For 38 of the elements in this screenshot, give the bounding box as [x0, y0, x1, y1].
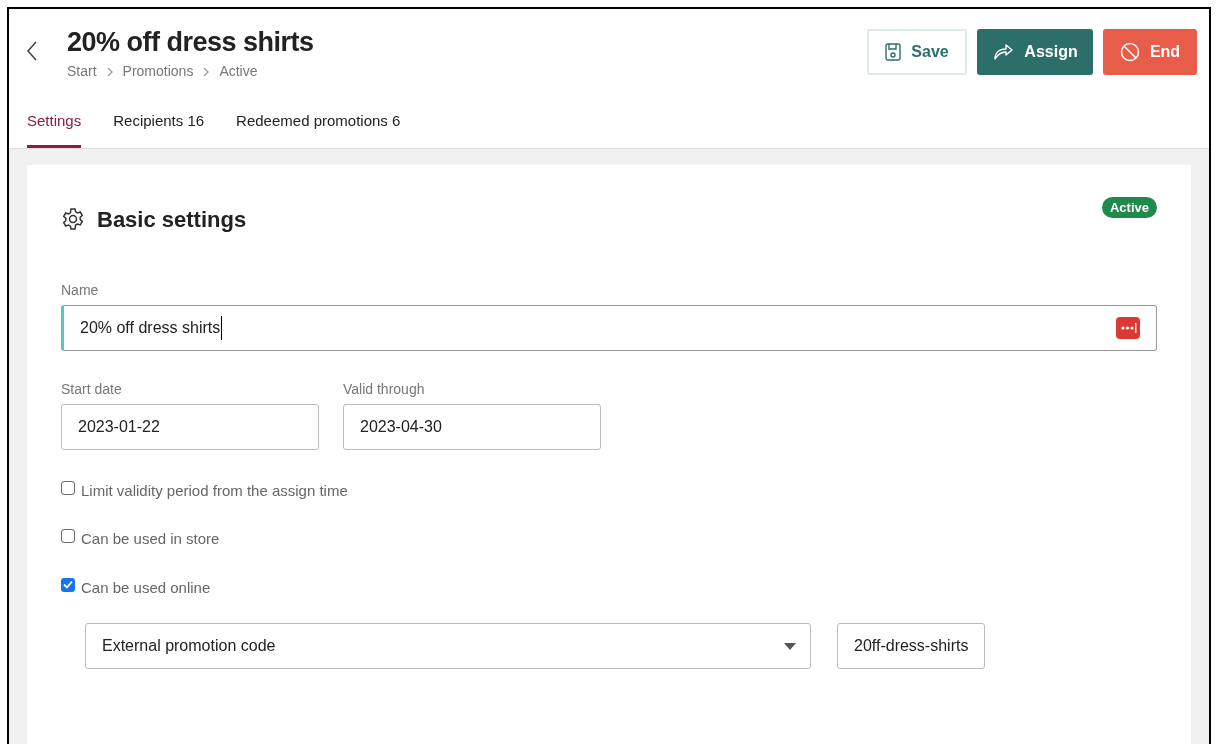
checkbox-label: Can be used online [81, 577, 211, 598]
save-button[interactable]: Save [867, 29, 967, 75]
chevron-icon [203, 66, 210, 77]
status-badge: Active [1101, 196, 1157, 218]
checkbox-label: Limit validity period from the assign time [81, 480, 348, 501]
checkbox[interactable] [61, 480, 75, 495]
field-value: 2023-04-30 [360, 416, 442, 437]
page-title: 20% off dress shirts [67, 27, 314, 57]
chevron-icon [106, 66, 113, 77]
name-field[interactable]: 20% off dress shirts [61, 304, 1157, 351]
date-field[interactable]: 2023-01-22 [61, 403, 319, 450]
tab[interactable]: Settings [27, 110, 82, 148]
prohibited-icon [1119, 42, 1140, 62]
checkbox[interactable] [61, 577, 75, 592]
checkbox-label: Can be used in store [81, 529, 220, 549]
share-arrow-icon [992, 43, 1015, 61]
section-title: Basic settings [97, 205, 247, 234]
field-label: Name [61, 280, 100, 300]
breadcrumb-link[interactable]: Promotions [122, 61, 194, 82]
gear-icon [61, 207, 85, 231]
caret-icon [784, 642, 796, 650]
field-value: 20ff-dress-shirts [854, 636, 969, 656]
password-manager-icon[interactable] [1116, 316, 1140, 339]
back-icon [26, 41, 38, 61]
breadcrumb-link[interactable]: Start [67, 61, 97, 82]
tab[interactable]: Recipients 16 [113, 110, 205, 148]
field-value: 20% off dress shirts [80, 315, 223, 340]
field-label: Valid through [343, 379, 426, 399]
field-value: 2023-01-22 [78, 416, 160, 437]
checkbox[interactable] [61, 529, 75, 544]
dropdown-value: External promotion code [102, 636, 276, 656]
breadcrumb-link[interactable]: Active [219, 61, 258, 82]
date-field[interactable]: 2023-04-30 [343, 403, 601, 450]
code-type-dropdown[interactable]: External promotion code [85, 623, 811, 669]
tab[interactable]: Redeemed promotions 6 [236, 110, 401, 148]
field-label: Start date [61, 379, 123, 399]
assign-button[interactable]: Assign [977, 29, 1093, 75]
promotion-code-field[interactable]: 20ff-dress-shirts [837, 623, 986, 669]
